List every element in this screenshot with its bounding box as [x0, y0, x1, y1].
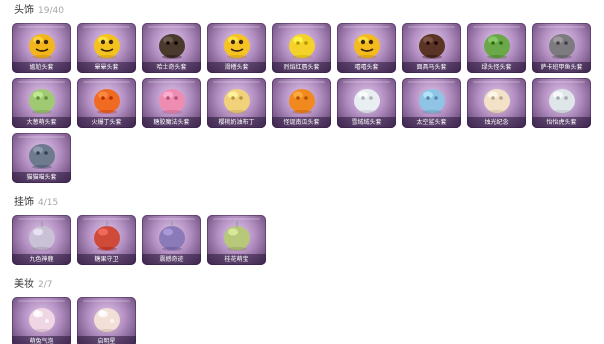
- item-label: 烈焰红唇头套: [272, 62, 331, 73]
- item-label: 桂花萌宝: [207, 254, 266, 265]
- bunny-bubble-icon: [25, 301, 59, 335]
- item-label: 太空鲨头套: [402, 117, 461, 128]
- item-label: 面具马头套: [402, 62, 461, 73]
- section-headwear: 头饰 19/40 尴尬头套 晕晕头套 哈士奇头套 滑稽头套 烈焰红唇头套 嘻嘻头套 面具马头套…: [12, 4, 604, 183]
- inventory-page: 头饰 19/40 尴尬头套 晕晕头套 哈士奇头套 滑稽头套 烈焰红唇头套 嘻嘻头套 面具马头套…: [0, 0, 604, 344]
- item-tile[interactable]: 樱桃奶油布丁: [207, 78, 266, 128]
- item-label: 糖胶魔法头套: [142, 117, 201, 128]
- wonder-charm-icon: [155, 219, 189, 253]
- item-tile[interactable]: 哈士奇头套: [142, 23, 201, 73]
- item-label: 嘻嘻头套: [337, 62, 396, 73]
- section-title: 美妆 2/7: [14, 278, 604, 292]
- dizzy-emoji-head-icon: [90, 27, 124, 61]
- item-label: 启明星: [77, 336, 136, 344]
- horse-head-icon: [415, 27, 449, 61]
- section-title-text: 美妆: [14, 279, 34, 290]
- item-label: 雪绒绒头套: [337, 117, 396, 128]
- morning-star-icon: [90, 301, 124, 335]
- item-tile[interactable]: 怪诞南瓜头套: [272, 78, 331, 128]
- yellow-creature-sunglasses-head-icon: [285, 27, 319, 61]
- item-label: 猫猫喵头套: [12, 172, 71, 183]
- item-label: 怡怡虎头套: [532, 117, 591, 128]
- item-label: 火爆丁头套: [77, 117, 136, 128]
- item-grid: 尴尬头套 晕晕头套 哈士奇头套 滑稽头套 烈焰红唇头套 嘻嘻头套 面具马头套 绿头怪头套 萨卡班…: [12, 23, 604, 183]
- husky-head-icon: [155, 27, 189, 61]
- item-grid: 九色神鹿 糖果守卫 震撼奇迹 桂花萌宝: [12, 215, 604, 265]
- item-tile[interactable]: 猫猫喵头套: [12, 133, 71, 183]
- snowman-head-icon: [350, 82, 384, 116]
- item-tile[interactable]: 萌兔气泡: [12, 297, 71, 344]
- item-tile[interactable]: 怡怡虎头套: [532, 78, 591, 128]
- item-tile[interactable]: 烛光纪念: [467, 78, 526, 128]
- fire-spirit-head-icon: [90, 82, 124, 116]
- green-monster-head-icon: [480, 27, 514, 61]
- item-label: 萨卡班甲鱼头套: [532, 62, 591, 73]
- laughing-emoji-head-icon: [350, 27, 384, 61]
- item-tile[interactable]: 尴尬头套: [12, 23, 71, 73]
- candy-guard-charm-icon: [90, 219, 124, 253]
- item-tile[interactable]: 雪绒绒头套: [337, 78, 396, 128]
- green-onion-head-icon: [25, 82, 59, 116]
- item-grid: 萌兔气泡 启明星: [12, 297, 604, 344]
- candle-head-icon: [480, 82, 514, 116]
- item-label: 尴尬头套: [12, 62, 71, 73]
- item-tile[interactable]: 震撼奇迹: [142, 215, 201, 265]
- gray-cat-head-icon: [25, 137, 59, 171]
- item-label: 烛光纪念: [467, 117, 526, 128]
- item-label: 晕晕头套: [77, 62, 136, 73]
- item-tile[interactable]: 太空鲨头套: [402, 78, 461, 128]
- item-tile[interactable]: 萨卡班甲鱼头套: [532, 23, 591, 73]
- section-title-text: 头饰: [14, 5, 34, 16]
- section-count: 2/7: [38, 280, 53, 290]
- item-tile[interactable]: 九色神鹿: [12, 215, 71, 265]
- section-title-text: 挂饰: [14, 197, 34, 208]
- section-count: 4/15: [38, 198, 59, 208]
- item-tile[interactable]: 晕晕头套: [77, 23, 136, 73]
- section-charms: 挂饰 4/15 九色神鹿 糖果守卫 震撼奇迹 桂花萌宝: [12, 196, 604, 265]
- pudding-head-icon: [220, 82, 254, 116]
- item-label: 萌兔气泡: [12, 336, 71, 344]
- item-tile[interactable]: 糖果守卫: [77, 215, 136, 265]
- item-tile[interactable]: 滑稽头套: [207, 23, 266, 73]
- pumpkin-head-icon: [285, 82, 319, 116]
- pink-blob-head-icon: [155, 82, 189, 116]
- awkward-emoji-head-icon: [25, 27, 59, 61]
- item-label: 绿头怪头套: [467, 62, 526, 73]
- section-title: 头饰 19/40: [14, 4, 604, 18]
- deer-charm-icon: [25, 219, 59, 253]
- item-tile[interactable]: 面具马头套: [402, 23, 461, 73]
- item-tile[interactable]: 烈焰红唇头套: [272, 23, 331, 73]
- item-label: 哈士奇头套: [142, 62, 201, 73]
- cloud-tiger-head-icon: [545, 82, 579, 116]
- item-tile[interactable]: 嘻嘻头套: [337, 23, 396, 73]
- item-label: 震撼奇迹: [142, 254, 201, 265]
- item-label: 大葱萌头套: [12, 117, 71, 128]
- osmanthus-charm-icon: [220, 219, 254, 253]
- item-tile[interactable]: 火爆丁头套: [77, 78, 136, 128]
- section-title: 挂饰 4/15: [14, 196, 604, 210]
- shark-head-icon: [415, 82, 449, 116]
- item-tile[interactable]: 启明星: [77, 297, 136, 344]
- item-label: 糖果守卫: [77, 254, 136, 265]
- item-label: 滑稽头套: [207, 62, 266, 73]
- item-label: 怪诞南瓜头套: [272, 117, 331, 128]
- item-label: 樱桃奶油布丁: [207, 117, 266, 128]
- item-tile[interactable]: 大葱萌头套: [12, 78, 71, 128]
- section-makeup: 美妆 2/7 萌兔气泡 启明星: [12, 278, 604, 344]
- item-tile[interactable]: 绿头怪头套: [467, 23, 526, 73]
- section-count: 19/40: [38, 6, 64, 16]
- item-tile[interactable]: 糖胶魔法头套: [142, 78, 201, 128]
- item-label: 九色神鹿: [12, 254, 71, 265]
- item-tile[interactable]: 桂花萌宝: [207, 215, 266, 265]
- fish-head-icon: [545, 27, 579, 61]
- grin-emoji-head-icon: [220, 27, 254, 61]
